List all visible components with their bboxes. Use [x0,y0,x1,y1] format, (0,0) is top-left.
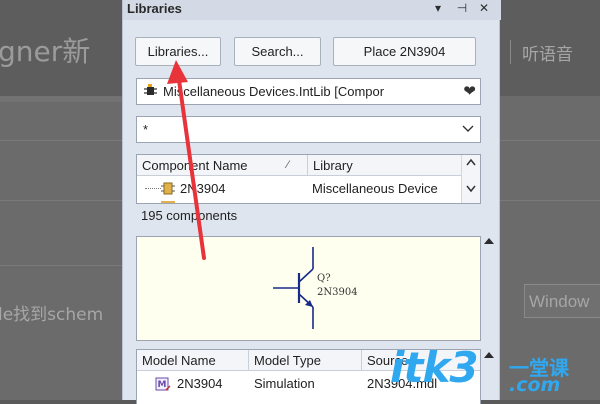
watermark-domain: .com [509,374,561,396]
watermark-logo: itk3 [390,343,479,392]
red-arrow-annotation [167,60,206,260]
